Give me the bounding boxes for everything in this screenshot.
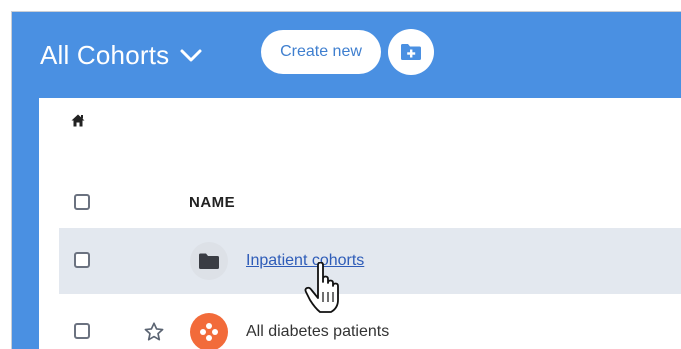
page-title: All Cohorts [40, 40, 170, 70]
cohorts-dropdown[interactable]: All Cohorts [40, 40, 203, 71]
table-header: NAME [59, 182, 681, 222]
row-name-link[interactable]: Inpatient cohorts [246, 252, 364, 270]
column-header-name: NAME [189, 194, 236, 211]
chevron-down-icon [180, 49, 202, 61]
select-all-checkbox[interactable] [74, 194, 90, 210]
table-row[interactable]: All diabetes patients [59, 299, 681, 349]
cohort-list-panel: NAME Inpatient cohorts All diabetes pati… [39, 98, 681, 349]
table-row[interactable]: Inpatient cohorts [59, 228, 681, 294]
row-name: All diabetes patients [246, 323, 390, 340]
cohort-icon [190, 313, 228, 349]
folder-icon [190, 242, 228, 280]
new-folder-button[interactable] [388, 29, 434, 75]
home-icon[interactable] [71, 114, 85, 127]
star-icon[interactable] [143, 321, 165, 343]
top-bar: All Cohorts Create new [12, 12, 681, 98]
row-checkbox[interactable] [74, 323, 90, 339]
create-new-button[interactable]: Create new [261, 30, 381, 74]
folder-plus-icon [401, 44, 421, 60]
app-window: All Cohorts Create new NAME Inpatient co… [11, 11, 681, 349]
row-checkbox[interactable] [74, 252, 90, 268]
